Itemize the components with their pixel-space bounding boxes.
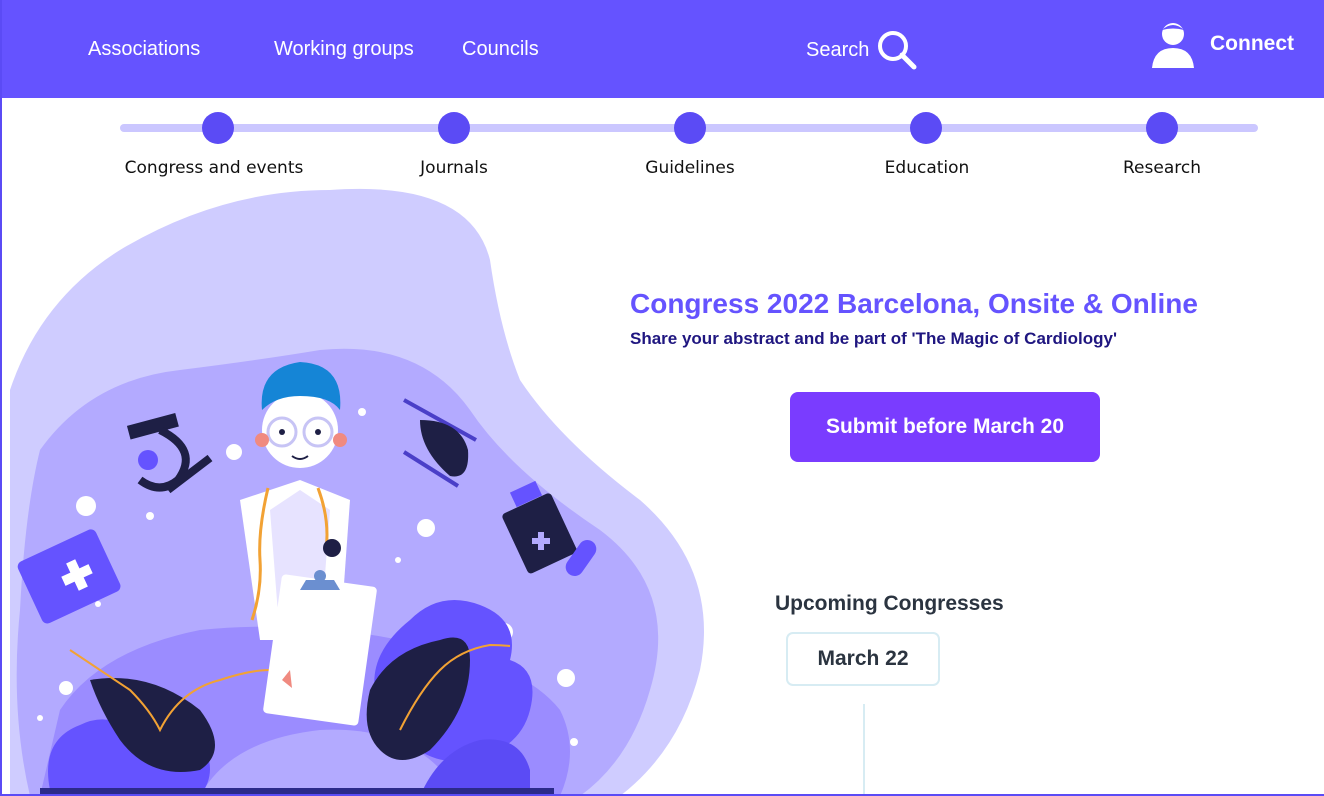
user-icon — [1152, 23, 1194, 68]
search-button[interactable]: Search — [806, 28, 919, 72]
submit-abstract-button[interactable]: Submit before March 20 — [790, 392, 1100, 462]
step-label-research[interactable]: Research — [1123, 158, 1201, 178]
hero-subtitle: Share your abstract and be part of 'The … — [630, 329, 1117, 348]
step-dot-education[interactable] — [910, 112, 942, 144]
step-dot-congress[interactable] — [202, 112, 234, 144]
upcoming-congresses-heading: Upcoming Congresses — [775, 592, 1004, 615]
hero-title: Congress 2022 Barcelona, Onsite & Online — [630, 288, 1198, 319]
nav-link-councils[interactable]: Councils — [462, 38, 539, 61]
search-label: Search — [806, 38, 870, 61]
connect-button[interactable]: Connect — [1150, 20, 1294, 68]
step-dot-guidelines[interactable] — [674, 112, 706, 144]
congress-date-chip[interactable]: March 22 — [786, 632, 940, 686]
step-dot-journals[interactable] — [438, 112, 470, 144]
connect-label: Connect — [1210, 32, 1294, 55]
step-label-education[interactable]: Education — [885, 158, 970, 178]
nav-link-working-groups[interactable]: Working groups — [274, 38, 414, 61]
top-nav-bar: Associations Working groups Councils Sea… — [0, 0, 1324, 98]
step-dot-research[interactable] — [1146, 112, 1178, 144]
search-icon — [878, 31, 917, 70]
timeline-line — [863, 704, 865, 796]
doctor-illustration — [10, 188, 704, 796]
nav-link-associations[interactable]: Associations — [88, 38, 200, 61]
